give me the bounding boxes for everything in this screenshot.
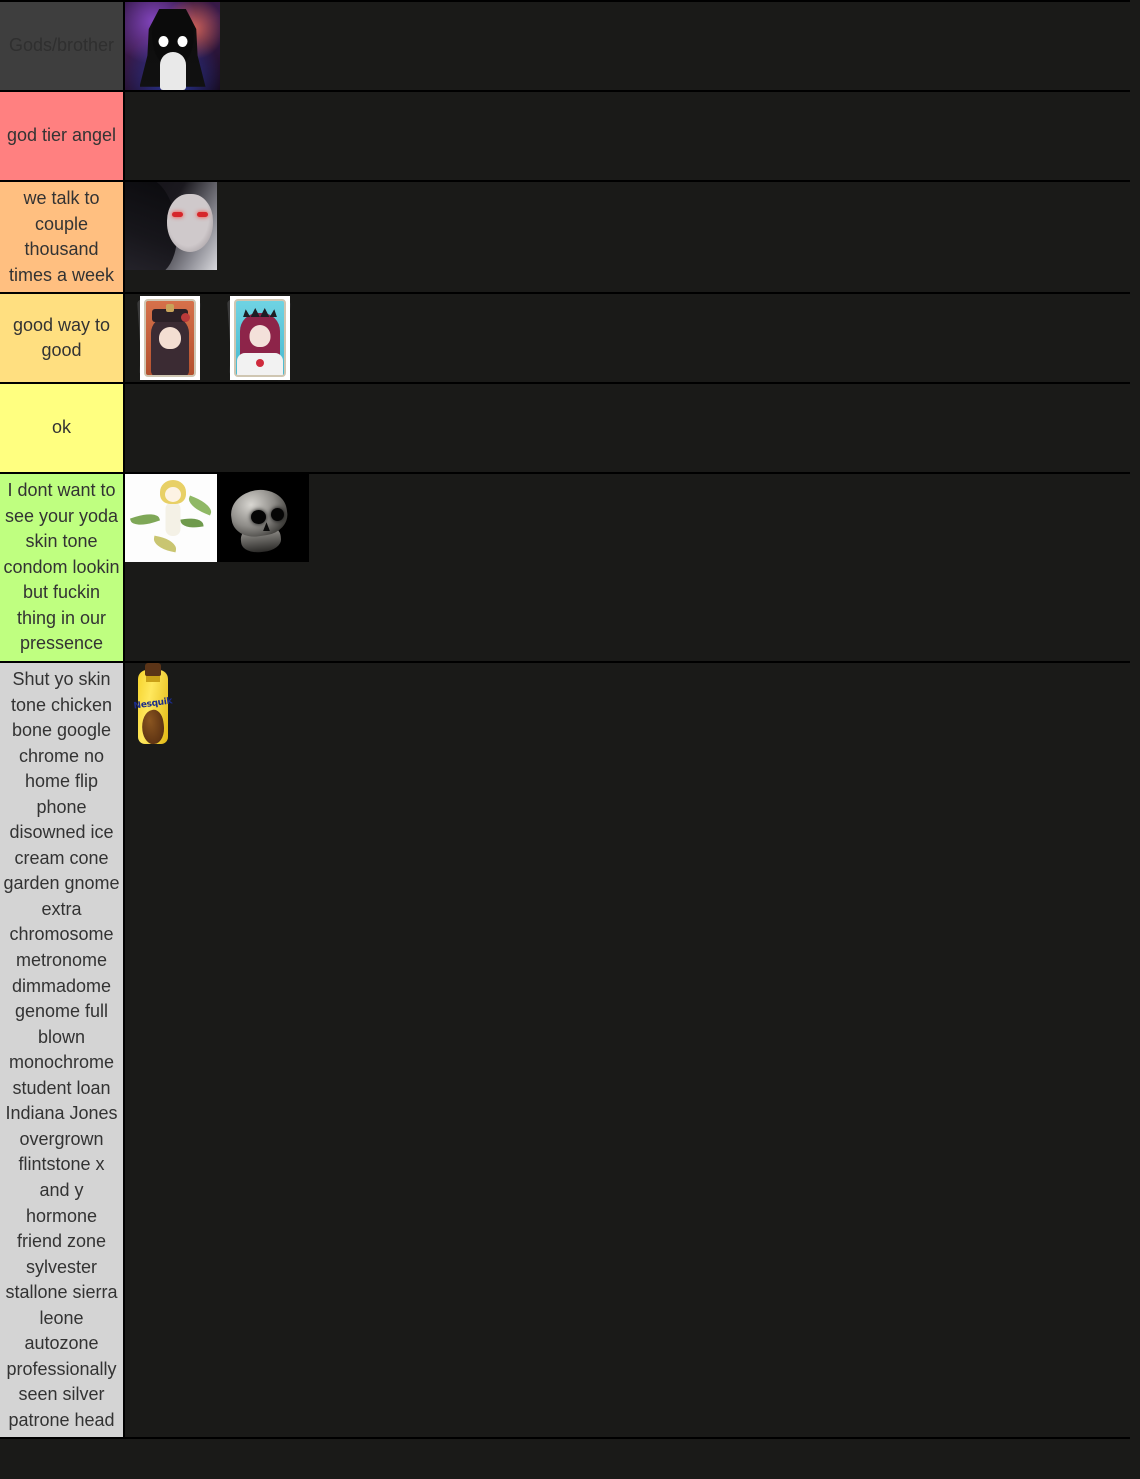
tier-label[interactable]: we talk to couple thousand times a week — [0, 182, 125, 293]
red-eyes — [171, 211, 208, 217]
skull-art — [217, 474, 309, 563]
leaf — [129, 510, 161, 530]
tier-items-area[interactable]: Nesquik — [125, 663, 1130, 1438]
rosaria-character-card[interactable] — [215, 294, 305, 383]
tier-items-area[interactable] — [125, 182, 1130, 293]
leaf — [152, 535, 178, 553]
tier-items-area[interactable] — [125, 92, 1130, 180]
tier-row: god tier angel — [0, 92, 1130, 182]
bottle-cap — [144, 663, 161, 677]
tier-label[interactable]: Gods/brother — [0, 2, 125, 90]
tier-row: good way to good — [0, 294, 1130, 385]
nesquik-bottle-art: Nesquik — [125, 663, 180, 752]
tier-items-area[interactable] — [125, 474, 1130, 662]
tier-label[interactable]: good way to good — [0, 294, 125, 383]
tier-row: we talk to couple thousand times a week — [0, 182, 1130, 295]
tier-label[interactable]: god tier angel — [0, 92, 125, 180]
tier-items-area[interactable] — [125, 294, 1130, 383]
character-face — [249, 325, 271, 348]
nesquik-bottle[interactable]: Nesquik — [125, 663, 180, 752]
dark-haired-red-eyed-character[interactable] — [125, 182, 217, 270]
leaf-fairy-character[interactable] — [125, 474, 217, 563]
fairy-body — [165, 502, 181, 537]
character-card-art — [125, 294, 215, 383]
card-frame — [144, 299, 196, 378]
tier-label[interactable]: ok — [0, 384, 125, 473]
dark-hair-character-art — [125, 182, 217, 270]
chocolate-swoosh — [139, 708, 166, 746]
leaf — [180, 516, 204, 530]
character-flower — [181, 313, 190, 323]
tier-items-area[interactable] — [125, 384, 1130, 473]
tier-label[interactable]: Shut yo skin tone chicken bone google ch… — [0, 663, 125, 1438]
fairy-face — [164, 487, 181, 503]
leaf-fairy-art — [125, 474, 217, 563]
card-plate — [140, 296, 200, 381]
skull-photo[interactable] — [217, 474, 309, 563]
nebula-figure-art — [125, 2, 220, 90]
tier-row: Shut yo skin tone chicken bone google ch… — [0, 663, 1130, 1440]
tier-items-area[interactable] — [125, 2, 1130, 90]
tier-row: Gods/brother — [0, 2, 1130, 92]
tier-row: I dont want to see your yoda skin tone c… — [0, 474, 1130, 664]
mask-eyes — [158, 36, 187, 48]
tier-row: ok — [0, 384, 1130, 475]
masked-figure-nebula[interactable] — [125, 2, 220, 90]
tiermaker-canvas: TiERMAKER Gods/brothergod tier angelwe t… — [0, 0, 1140, 1479]
character-gem — [256, 359, 264, 368]
tier-list: Gods/brother god tier angel we talk to cou… — [0, 0, 1130, 1440]
character-face — [159, 327, 181, 350]
figure-body — [159, 52, 186, 90]
tier-label[interactable]: I dont want to see your yoda skin tone c… — [0, 474, 125, 662]
leaf — [185, 495, 215, 516]
character-card-art — [215, 294, 305, 383]
hu-tao-character-card[interactable] — [125, 294, 215, 383]
card-frame — [234, 299, 286, 378]
card-plate — [230, 296, 290, 381]
